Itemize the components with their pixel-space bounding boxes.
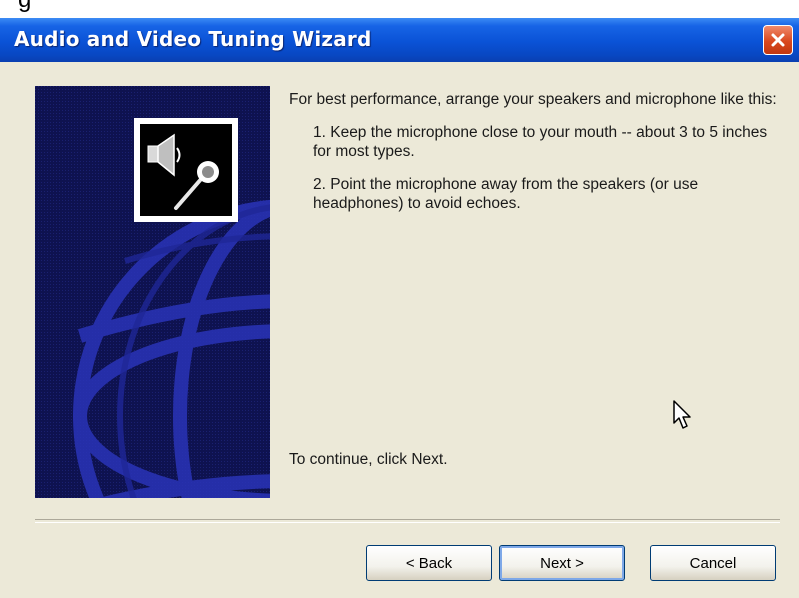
intro-text: For best performance, arrange your speak… <box>289 91 777 108</box>
instruction-step-1: 1. Keep the microphone close to your mou… <box>313 124 768 160</box>
cancel-button[interactable]: Cancel <box>650 545 776 581</box>
close-icon <box>770 32 786 48</box>
window-title: Audio and Video Tuning Wizard <box>14 27 372 51</box>
instructions: For best performance, arrange your speak… <box>289 90 789 213</box>
back-button[interactable]: < Back <box>366 545 492 581</box>
device-icon-frame <box>134 118 238 222</box>
close-button[interactable] <box>763 25 793 55</box>
title-bar[interactable]: Audio and Video Tuning Wizard <box>0 18 799 62</box>
microphone-icon <box>170 154 228 217</box>
next-button[interactable]: Next > <box>499 545 625 581</box>
wizard-side-image <box>35 86 270 498</box>
mouse-cursor-icon <box>672 399 694 438</box>
continue-hint: To continue, click Next. <box>289 451 448 468</box>
button-separator <box>35 519 780 523</box>
top-text-fragment: g <box>18 0 31 14</box>
instruction-step-2: 2. Point the microphone away from the sp… <box>313 176 699 212</box>
wizard-window: Audio and Video Tuning Wizard For best p… <box>0 18 799 598</box>
